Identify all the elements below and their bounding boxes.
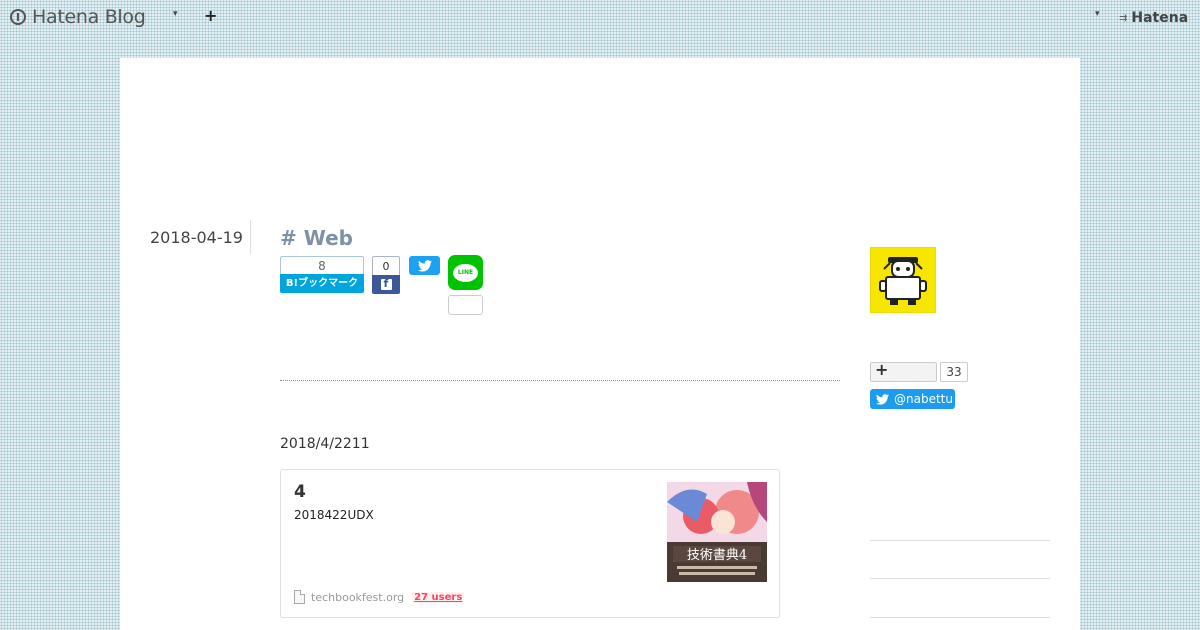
hatena-blog-logo[interactable]: Hatena Blog <box>10 7 146 27</box>
svg-text:技術書典4: 技術書典4 <box>687 548 747 563</box>
subscribe-button[interactable] <box>870 360 937 382</box>
twitter-handle: @nabettu <box>894 392 953 406</box>
hatena-logo-icon <box>10 9 26 25</box>
hatena-link[interactable]: ⇉ Hatena <box>1119 10 1188 26</box>
thumbnail-illustration: 技術書典4 <box>667 482 767 582</box>
entry-body-text: 2018/4/2211 <box>280 436 370 452</box>
logo-text: Hatena Blog <box>32 6 146 28</box>
bookmark-label[interactable]: B!ブックマーク <box>280 274 364 293</box>
card-source: techbookfest.org 27 users <box>294 590 465 604</box>
twitter-follow-button[interactable]: @nabettu <box>870 389 955 409</box>
hatena-label: Hatena <box>1131 10 1189 26</box>
facebook-share-button[interactable]: 0 <box>372 256 400 294</box>
avatar-icon <box>869 246 937 314</box>
user-menu-caret-icon[interactable]: ▾ <box>1095 9 1100 19</box>
menu-caret-icon[interactable]: ▾ <box>173 9 178 19</box>
entry-divider <box>280 380 840 381</box>
add-button[interactable]: + <box>204 6 217 26</box>
twitter-bird-icon <box>876 393 889 405</box>
hatena-bookmark-button[interactable]: 8 B!ブックマーク <box>280 256 364 293</box>
entry-date[interactable]: 2018-04-19 <box>150 228 243 247</box>
facebook-label[interactable] <box>372 275 400 294</box>
sidebar-divider <box>870 617 1050 618</box>
hatena-mark-icon: ⇉ <box>1119 12 1128 24</box>
card-description: 2018422UDX <box>294 508 374 522</box>
entry-category[interactable]: # Web <box>280 226 353 250</box>
embed-card[interactable]: 4 2018422UDX 技術書典4 techbookfest.org 27 u… <box>280 469 780 618</box>
sidebar-divider <box>870 578 1050 579</box>
date-divider <box>250 220 251 254</box>
global-header: Hatena Blog ▾ + ▾ ⇉ Hatena <box>0 0 1200 36</box>
card-title[interactable]: 4 <box>294 482 306 502</box>
line-share-button[interactable]: LINE <box>448 255 483 290</box>
bookmark-users-badge[interactable]: 27 users <box>412 591 465 603</box>
book-cover-thumbnail[interactable]: 技術書典4 <box>667 482 767 582</box>
document-icon <box>294 590 305 604</box>
card-domain[interactable]: techbookfest.org <box>311 591 404 604</box>
twitter-share-button[interactable] <box>409 256 440 275</box>
facebook-f-icon <box>380 277 392 290</box>
sidebar-divider <box>870 540 1050 541</box>
bookmark-count[interactable]: 8 <box>280 256 364 274</box>
twitter-bird-icon <box>417 259 432 272</box>
line-count-box <box>448 295 483 315</box>
avatar[interactable] <box>869 246 937 314</box>
line-icon: LINE <box>453 263 478 282</box>
subscriber-count: 33 <box>940 362 968 382</box>
facebook-count: 0 <box>372 256 400 275</box>
